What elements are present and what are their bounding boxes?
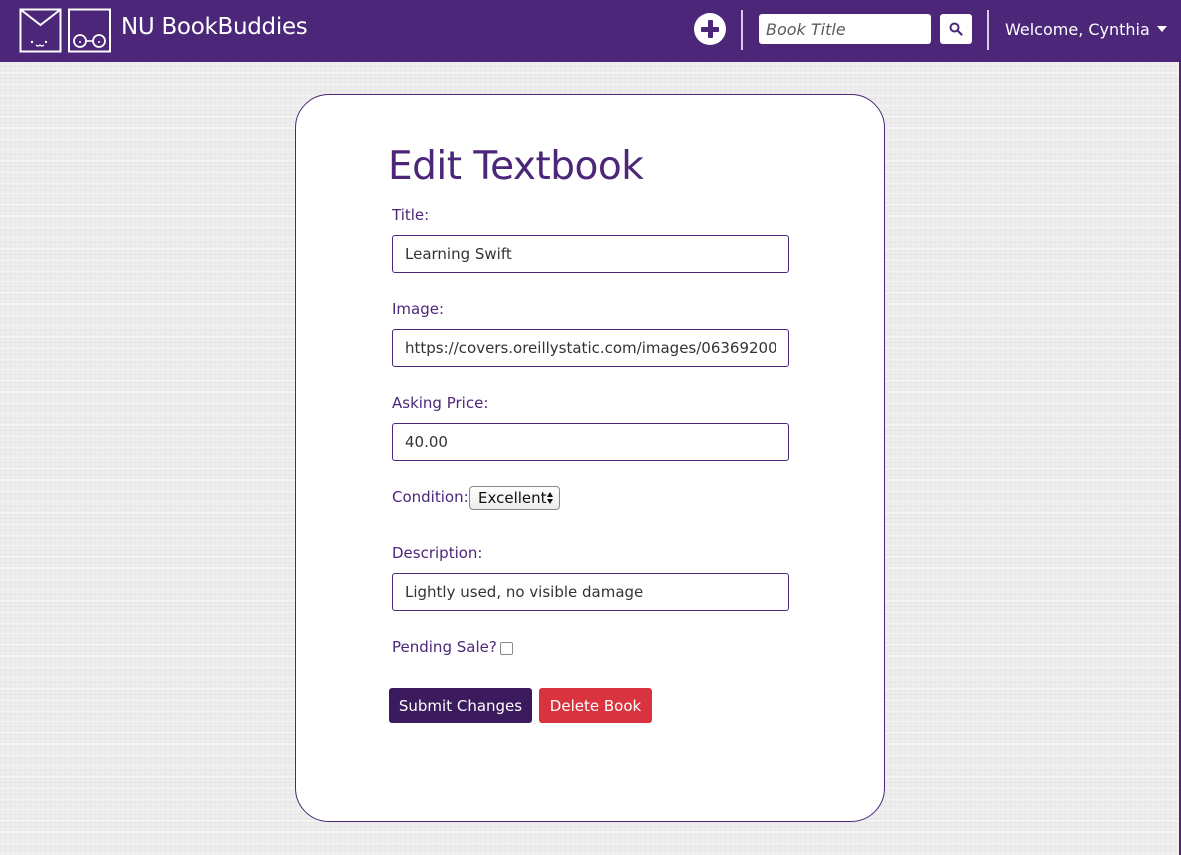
nav-divider	[987, 10, 989, 50]
user-menu-dropdown[interactable]: Welcome, Cynthia	[1005, 20, 1167, 39]
condition-select[interactable]: Excellent	[469, 486, 560, 510]
nav-divider	[741, 10, 743, 50]
delete-book-button[interactable]: Delete Book	[539, 688, 652, 723]
search-input[interactable]	[759, 14, 931, 44]
page-title: Edit Textbook	[388, 144, 644, 189]
asking-price-label: Asking Price:	[392, 394, 489, 412]
search-button[interactable]	[940, 14, 972, 44]
submit-changes-button[interactable]: Submit Changes	[389, 688, 532, 723]
title-input[interactable]	[392, 235, 789, 273]
welcome-text: Welcome, Cynthia	[1005, 20, 1150, 39]
image-label: Image:	[392, 300, 445, 318]
top-navbar: NU BookBuddies Welcome, Cynthia	[0, 0, 1181, 62]
search-icon	[949, 22, 963, 36]
brand-name[interactable]: NU BookBuddies	[121, 14, 308, 40]
add-book-button[interactable]	[694, 13, 726, 45]
select-arrows-icon	[547, 499, 553, 504]
asking-price-input[interactable]	[392, 423, 789, 461]
condition-label: Condition:	[392, 488, 469, 506]
pending-sale-checkbox[interactable]	[500, 642, 513, 655]
select-arrows-icon	[547, 492, 553, 497]
image-url-input[interactable]	[392, 329, 789, 367]
title-label: Title:	[392, 206, 430, 224]
caret-down-icon	[1156, 26, 1167, 32]
description-input[interactable]	[392, 573, 789, 611]
condition-selected-value: Excellent	[478, 489, 547, 507]
bookbuddies-logo-icon[interactable]	[19, 8, 113, 58]
description-label: Description:	[392, 544, 483, 562]
pending-sale-label: Pending Sale?	[392, 638, 497, 656]
